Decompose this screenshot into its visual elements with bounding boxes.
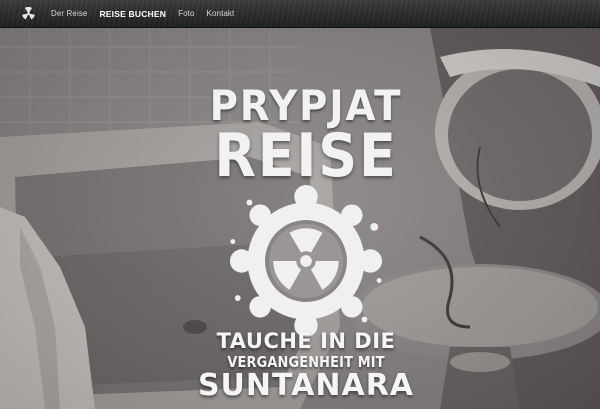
hero-tagline-line3: SUNTANARA [197, 368, 415, 403]
radiation-icon[interactable] [22, 7, 35, 20]
nav-links: Der Reise REISE BUCHEN Foto Kontakt [51, 0, 246, 27]
hero-title-line2: REISE [214, 121, 398, 191]
top-navbar: Der Reise REISE BUCHEN Foto Kontakt [0, 0, 600, 28]
hero-tagline-line1: TAUCHE IN DIE [216, 329, 396, 353]
nav-link-foto[interactable]: Foto [178, 9, 194, 18]
nav-link-reise-buchen[interactable]: REISE BUCHEN [99, 9, 166, 19]
prypjat-logo: PRYPJAT REISE TAUCHE IN DIE VERGANGENHEI… [190, 85, 422, 405]
hero-section: PRYPJAT REISE TAUCHE IN DIE VERGANGENHEI… [0, 27, 600, 409]
nav-link-kontakt[interactable]: Kontakt [207, 9, 235, 18]
nav-link-der-reise[interactable]: Der Reise [51, 9, 87, 18]
radiation-gear-icon [229, 184, 383, 338]
